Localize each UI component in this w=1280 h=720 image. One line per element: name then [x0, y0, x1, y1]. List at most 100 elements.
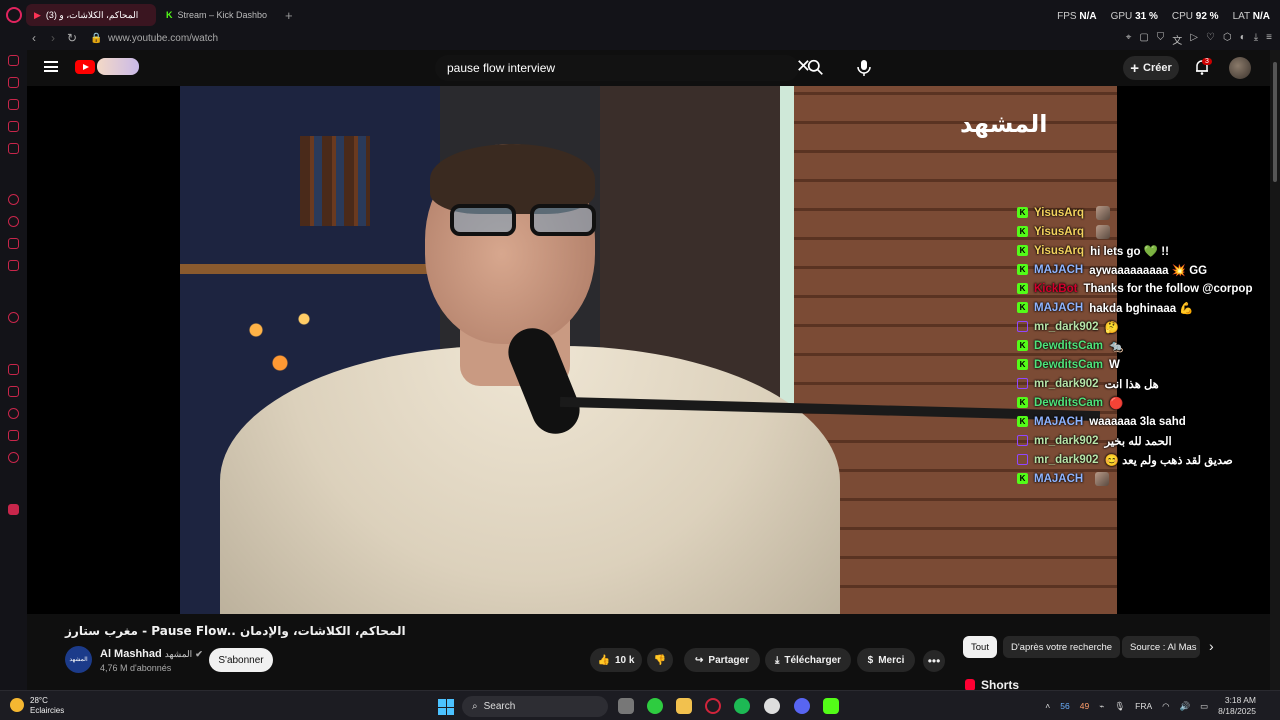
sidebar-heart-icon[interactable] — [8, 364, 19, 375]
sidebar-messenger-icon[interactable] — [8, 194, 19, 205]
chat-username[interactable]: MAJACH — [1034, 416, 1083, 428]
chat-username[interactable]: mr_dark902 — [1034, 378, 1099, 390]
extensions-icon[interactable]: ⬡ — [1223, 32, 1232, 47]
task-view-icon[interactable] — [618, 698, 634, 714]
sidebar-wallet-icon[interactable] — [8, 121, 19, 132]
like-button[interactable]: 👍 10 k — [590, 648, 642, 672]
sidebar-bag-icon[interactable] — [8, 99, 19, 110]
sidebar-bookmarks-icon[interactable] — [8, 386, 19, 397]
spotify-icon[interactable] — [734, 698, 750, 714]
search-icon[interactable] — [807, 59, 824, 76]
menu-icon[interactable]: ≡ — [1266, 32, 1272, 47]
chip-related-search[interactable]: D'après votre recherche — [1003, 636, 1121, 658]
language-indicator[interactable]: FRA — [1135, 701, 1152, 711]
microphone-tray-icon[interactable]: 🎙 — [1114, 701, 1125, 712]
chat-username[interactable]: MAJACH — [1034, 264, 1083, 276]
battery-icon[interactable]: ▭ — [1200, 701, 1208, 712]
kick-badge-icon: K — [1017, 283, 1028, 294]
url-field[interactable]: www.youtube.com/watch — [108, 33, 218, 44]
kick-app-icon[interactable] — [823, 698, 839, 714]
video-frame[interactable]: المشهد — [180, 86, 1117, 614]
chat-username[interactable]: YisusArq — [1034, 245, 1084, 257]
youtube-logo-icon[interactable] — [75, 60, 95, 74]
performance-stats: FPS N/A GPU 31 % CPU 92 % LAT N/A — [1057, 11, 1270, 22]
tray-counter-b[interactable]: 49 — [1080, 701, 1089, 711]
download-icon[interactable]: ⤓ — [1254, 32, 1258, 47]
profile-icon[interactable]: ◐ — [1240, 32, 1246, 47]
chat-username[interactable]: DewditsCam — [1034, 397, 1103, 409]
microphone-icon[interactable] — [853, 56, 875, 78]
chat-message-text: 🐀 — [1109, 340, 1124, 353]
obs-icon[interactable] — [764, 698, 780, 714]
youtube-doodle[interactable] — [97, 58, 139, 75]
weather-widget[interactable]: 28°C Eclaircies — [10, 696, 64, 716]
tray-counter-a[interactable]: 56 — [1060, 701, 1069, 711]
chat-username[interactable]: mr_dark902 — [1034, 435, 1099, 447]
sidebar-extensions-icon[interactable] — [8, 430, 19, 441]
thanks-button[interactable]: $ Merci — [857, 648, 915, 672]
chat-username[interactable]: DewditsCam — [1034, 340, 1103, 352]
sidebar-history-icon[interactable] — [8, 408, 19, 419]
sidebar-aria-icon[interactable] — [8, 55, 19, 66]
taskbar-search[interactable]: ⌕ Search — [462, 696, 608, 717]
chip-source[interactable]: Source : Al Mas — [1122, 636, 1200, 658]
chat-message: K MAJACH hakda bghinaaa 💪 — [1017, 298, 1277, 317]
sidebar-discord-icon[interactable] — [8, 260, 19, 271]
chat-username[interactable]: KickBot — [1034, 283, 1077, 295]
sidebar-mail-icon[interactable] — [8, 77, 19, 88]
sidebar-whatsapp-icon[interactable] — [8, 216, 19, 227]
reload-icon[interactable]: ↻ — [67, 31, 77, 45]
wifi-icon[interactable]: ◠ — [1162, 701, 1169, 712]
discord-icon[interactable] — [794, 698, 810, 714]
sidebar-player-icon[interactable] — [8, 312, 19, 323]
sidebar-gx-icon[interactable] — [8, 504, 19, 515]
user-avatar[interactable] — [1229, 57, 1251, 79]
play-icon[interactable]: ▷ — [1190, 32, 1198, 47]
chevron-right-icon[interactable]: › — [1209, 638, 1214, 654]
network-icon[interactable]: ⌁ — [1099, 701, 1104, 712]
sidebar-news-icon[interactable] — [8, 143, 19, 154]
create-button[interactable]: + Créer — [1123, 56, 1179, 80]
subscribe-button[interactable]: S'abonner — [209, 648, 273, 672]
xbox-icon[interactable] — [647, 698, 663, 714]
download-button[interactable]: ⤓ Télécharger — [765, 648, 851, 672]
share-button[interactable]: ↪ Partager — [684, 648, 760, 672]
translate-icon[interactable]: 文 — [1172, 32, 1182, 47]
chat-username[interactable]: YisusArq — [1034, 207, 1084, 219]
volume-icon[interactable]: 🔊 — [1180, 701, 1191, 712]
chat-username[interactable]: mr_dark902 — [1034, 321, 1099, 333]
opera-gx-icon[interactable] — [705, 698, 721, 714]
windows-start-icon[interactable] — [438, 699, 454, 715]
channel-name[interactable]: Al Mashhad المشهد ✔ — [100, 648, 203, 660]
file-explorer-icon[interactable] — [676, 698, 692, 714]
heart-icon[interactable]: ♡ — [1206, 32, 1215, 47]
back-icon[interactable]: ‹ — [32, 31, 36, 45]
channel-avatar[interactable]: المشهد — [65, 646, 92, 673]
more-actions-button[interactable]: ••• — [923, 650, 945, 672]
dislike-button[interactable]: 👎 — [647, 648, 673, 672]
shield-icon[interactable]: ⛉ — [1157, 32, 1165, 47]
search-input[interactable] — [447, 61, 757, 75]
pin-icon[interactable]: ⌖ — [1126, 32, 1132, 47]
chat-username[interactable]: mr_dark902 — [1034, 454, 1099, 466]
snapshot-icon[interactable]: ▢ — [1139, 32, 1148, 47]
opera-logo-icon[interactable] — [6, 7, 22, 23]
chat-username[interactable]: MAJACH — [1034, 302, 1083, 314]
channel-watermark: المشهد — [960, 110, 1048, 138]
chat-username[interactable]: YisusArq — [1034, 226, 1084, 238]
sidebar-settings-icon[interactable] — [8, 452, 19, 463]
tab-kick[interactable]: K Stream – Kick Dashbo — [158, 4, 280, 26]
chat-message-text: 🤔 — [1104, 321, 1119, 334]
menu-icon[interactable] — [44, 61, 58, 72]
new-tab-button[interactable]: + — [285, 8, 293, 23]
page-scrollbar[interactable] — [1270, 50, 1280, 690]
taskbar-clock[interactable]: 3:18 AM 8/18/2025 — [1218, 695, 1256, 717]
forward-icon[interactable]: › — [51, 31, 55, 45]
chat-username[interactable]: MAJACH — [1034, 473, 1083, 485]
tray-chevron-icon[interactable]: ˄ — [1045, 701, 1050, 711]
chat-username[interactable]: DewditsCam — [1034, 359, 1103, 371]
sidebar-instagram-icon[interactable] — [8, 238, 19, 249]
tab-youtube[interactable]: ▶ (3) المحاكم، الكلاشات، و — [26, 4, 156, 26]
scrollbar-thumb[interactable] — [1273, 62, 1277, 182]
chip-all[interactable]: Tout — [963, 636, 997, 658]
